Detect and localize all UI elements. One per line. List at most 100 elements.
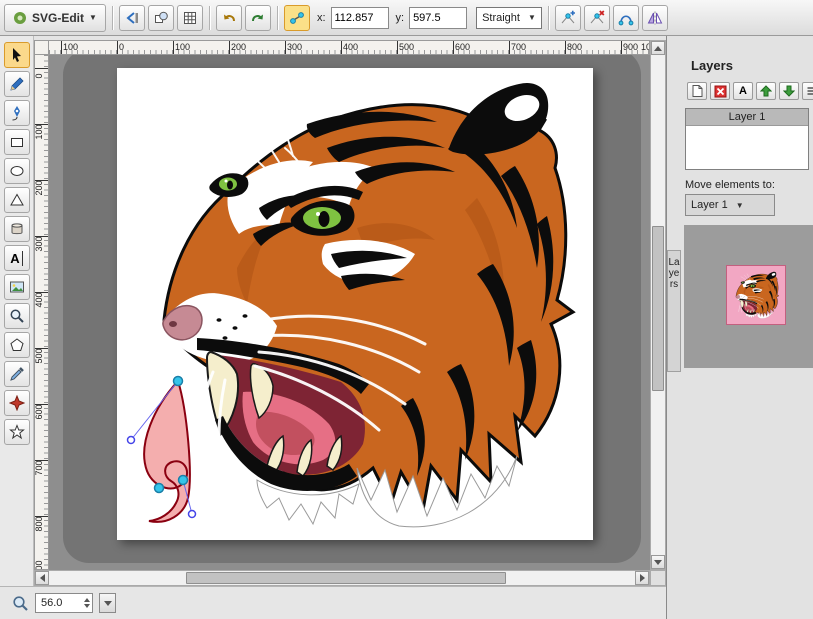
horizontal-scrollbar[interactable] (34, 570, 650, 586)
insert-node-button[interactable] (555, 5, 581, 31)
connector-tool[interactable] (4, 390, 30, 416)
control-handle[interactable] (128, 437, 135, 444)
control-handle[interactable] (189, 511, 196, 518)
toolbar-separator (112, 6, 113, 30)
import-button[interactable] (119, 5, 145, 31)
new-layer-button[interactable] (687, 82, 707, 100)
ruler-label: 300 (34, 236, 44, 252)
star-icon (9, 424, 25, 440)
ruler-label: 400 (343, 42, 358, 52)
path-node[interactable] (155, 484, 164, 493)
y-coordinate-label: y: (396, 12, 405, 24)
move-elements-select[interactable]: Layer 1 ▼ (685, 194, 775, 216)
path-edit-overlay (117, 68, 593, 540)
thumbnail-tiger-image (731, 270, 781, 320)
delete-layer-button[interactable] (710, 82, 730, 100)
eyedropper-tool[interactable] (4, 361, 30, 387)
merge-layer-icon (806, 85, 813, 97)
scroll-left-button[interactable] (35, 571, 49, 585)
vertical-ruler: 0 100 200 300 400 500 600 700 800 900 (34, 55, 49, 570)
pencil-tool[interactable] (4, 71, 30, 97)
shapes-button[interactable] (148, 5, 174, 31)
open-path-button[interactable] (613, 5, 639, 31)
path-node[interactable] (179, 476, 188, 485)
open-path-icon (618, 10, 634, 26)
scroll-up-button[interactable] (651, 41, 665, 55)
grid-button[interactable] (177, 5, 203, 31)
move-layer-down-button[interactable] (779, 82, 799, 100)
ruler-label: 500 (34, 348, 44, 364)
zoom-presets-dropdown[interactable] (99, 593, 116, 613)
layers-panel-collapse-tab[interactable]: Layers (667, 250, 681, 372)
delete-node-button[interactable] (584, 5, 610, 31)
layer-row-selected[interactable]: Layer 1 (686, 109, 808, 126)
ruler-corner (34, 40, 49, 55)
merge-layer-button[interactable] (802, 82, 813, 100)
flip-path-button[interactable] (642, 5, 668, 31)
link-control-points-toggle[interactable] (284, 5, 310, 31)
triangle-icon (9, 192, 25, 208)
canvas-thumbnail[interactable] (726, 265, 786, 325)
ruler-label: 600 (455, 42, 470, 52)
chevron-down-icon: ▼ (528, 13, 536, 22)
layers-side-panel: Layers Layers A (666, 36, 813, 619)
ruler-label: 100 (641, 42, 650, 52)
layer-buttons-row: A (687, 82, 813, 100)
canvas-workspace[interactable] (49, 55, 650, 570)
ellipse-tool[interactable] (4, 158, 30, 184)
link-control-points-icon (289, 10, 305, 26)
main-menu-button[interactable]: SVG-Edit ▼ (4, 4, 106, 32)
move-layer-up-button[interactable] (756, 82, 776, 100)
segment-type-select[interactable]: Straight ▼ (476, 7, 542, 29)
layers-list-empty-area (686, 126, 808, 170)
pentagon-icon (9, 337, 25, 353)
zoom-stepper[interactable] (84, 598, 90, 608)
zoom-magnifier-icon (12, 595, 29, 612)
editing-path-shape[interactable] (144, 381, 190, 522)
shape-library-tool[interactable] (4, 216, 30, 242)
stepper-down-icon (84, 604, 90, 608)
horizontal-scroll-thumb[interactable] (186, 572, 506, 584)
segment-type-value: Straight (482, 12, 520, 24)
path-tool[interactable] (4, 100, 30, 126)
ruler-label: 900 (34, 560, 44, 570)
rect-tool[interactable] (4, 129, 30, 155)
select-tool[interactable] (4, 42, 30, 68)
ruler-label: 100 (34, 124, 44, 140)
vertical-scrollbar[interactable] (650, 40, 666, 570)
arrow-up-icon (654, 46, 662, 51)
vertical-scroll-thumb[interactable] (652, 226, 664, 391)
logo-caret-icon: ▼ (89, 13, 97, 22)
scroll-down-button[interactable] (651, 555, 665, 569)
svg-canvas-page[interactable] (117, 68, 593, 540)
undo-button[interactable] (216, 5, 242, 31)
text-tool-icon: A (10, 251, 22, 266)
redo-icon (250, 10, 266, 26)
status-bar: 56.0 (0, 586, 666, 619)
y-coordinate-input[interactable] (409, 7, 467, 29)
star-tool[interactable] (4, 419, 30, 445)
text-tool[interactable]: A (4, 245, 30, 271)
pen-nib-icon (9, 105, 25, 121)
rename-layer-button[interactable]: A (733, 82, 753, 100)
ruler-label: 0 (119, 42, 124, 52)
import-icon (124, 10, 140, 26)
undo-icon (221, 10, 237, 26)
scroll-right-button[interactable] (635, 571, 649, 585)
x-coordinate-label: x: (317, 12, 326, 24)
zoom-tool[interactable] (4, 303, 30, 329)
path-node[interactable] (174, 377, 183, 386)
triangle-tool[interactable] (4, 187, 30, 213)
eyedropper-icon (9, 366, 25, 382)
image-tool[interactable] (4, 274, 30, 300)
stepper-up-icon (84, 598, 90, 602)
cylinder-icon (9, 221, 25, 237)
x-coordinate-input[interactable] (331, 7, 389, 29)
arrow-down-icon (654, 560, 662, 565)
ruler-label: 400 (34, 292, 44, 308)
redo-button[interactable] (245, 5, 271, 31)
polygon-tool[interactable] (4, 332, 30, 358)
ruler-label: 100 (63, 42, 78, 52)
zoom-level-input[interactable]: 56.0 (35, 593, 93, 613)
scrollbar-corner (650, 570, 666, 586)
